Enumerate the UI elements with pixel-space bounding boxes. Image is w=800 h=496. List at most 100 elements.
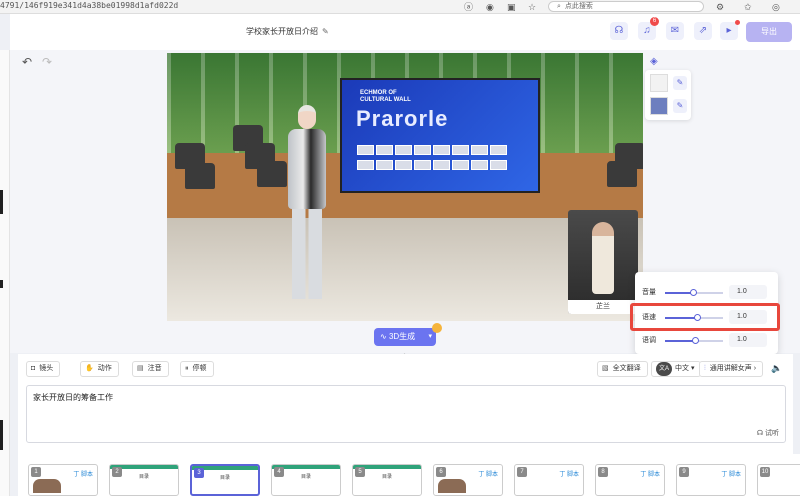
volume-label: 音量 <box>642 289 656 296</box>
speaker-icon[interactable]: 🔈 <box>771 363 782 374</box>
pitch-value[interactable]: 1.0 <box>729 333 767 347</box>
screen-subtitle: ECHMOR OF CULTURAL WALL <box>360 90 411 103</box>
settings-icon[interactable]: ⚙ <box>716 1 724 13</box>
slide-thumbnail[interactable]: 目录 5 <box>352 464 422 496</box>
presenter-preview-card[interactable]: 芷兰 <box>568 210 638 314</box>
left-edge-panel <box>0 50 10 496</box>
volume-value[interactable]: 1.0 <box>729 285 767 299</box>
export-button[interactable]: 导出 <box>746 22 792 42</box>
avatar-body <box>288 129 326 209</box>
address-bar[interactable]: 4791/146f919e341d4a38be01998d1afd022d <box>0 1 178 10</box>
share-icon: ⇗ <box>698 25 708 36</box>
slide-number: 8 <box>598 467 608 477</box>
language-select[interactable]: 文A 中文 ▾ <box>651 361 702 377</box>
slide-number: 1 <box>31 467 41 477</box>
layers-panel: ✎ ✎ <box>645 70 691 120</box>
pitch-slider[interactable] <box>665 337 723 344</box>
publish-dot <box>735 20 740 25</box>
camera-icon: ◘ <box>31 365 36 372</box>
digital-human-avatar[interactable] <box>282 105 332 305</box>
star-icon[interactable]: ☆ <box>528 1 536 13</box>
translate-icon[interactable]: ⓐ <box>464 1 473 13</box>
translate-button[interactable]: ▧ 全文翻译 <box>597 361 648 377</box>
slide-number: 6 <box>436 467 446 477</box>
pencil-icon: ✎ <box>676 101 684 110</box>
translate-doc-icon: ▧ <box>602 365 609 372</box>
slide-thumbnail[interactable]: 丁 脚本 7 <box>514 464 584 496</box>
redo-icon[interactable]: ↷ <box>42 55 52 69</box>
slide-thumbnail[interactable]: 丁 脚本 1 <box>28 464 98 496</box>
upload-icon: ▸ <box>726 25 732 36</box>
pencil-icon: ✎ <box>676 78 684 87</box>
slide-caption: 丁 脚本 <box>478 472 498 478</box>
presenter-figure <box>592 222 614 294</box>
profile-icon[interactable]: ◎ <box>772 1 780 13</box>
avatar-legs <box>292 209 322 299</box>
notification-badge: 6 <box>650 17 659 26</box>
slides-strip: 丁 脚本1目录2目录3目录4目录5丁 脚本6丁 脚本7丁 脚本8丁 脚本9丁 脚… <box>18 454 800 496</box>
volume-slider-handle[interactable] <box>689 289 697 296</box>
slide-photo <box>438 479 466 493</box>
audition-button[interactable]: ☊ 试听 <box>757 428 779 438</box>
bell-icon: ♫ <box>643 25 651 36</box>
auditorium-seat <box>185 163 215 189</box>
mail-icon: ✉ <box>670 25 680 36</box>
layers-icon[interactable]: ◈ <box>650 56 658 67</box>
screen-thumbnails <box>356 144 526 174</box>
edit-title-icon[interactable]: ✎ <box>322 27 329 36</box>
notification-button[interactable]: ♫ 6 <box>638 17 659 40</box>
slide-caption: 丁 脚本 <box>559 472 579 478</box>
3d-generate-button[interactable]: ∿ 3D生成 ▾ <box>374 328 436 346</box>
slide-thumbnail[interactable]: 目录 4 <box>271 464 341 496</box>
waveform-icon: ⫶ <box>704 365 706 372</box>
layer-thumb-background[interactable] <box>650 97 668 115</box>
volume-slider[interactable] <box>665 289 723 296</box>
wave-icon: ∿ <box>380 332 389 341</box>
extension-icon[interactable]: ◉ <box>486 1 494 13</box>
presenter-name: 芷兰 <box>568 300 638 314</box>
publish-button[interactable]: ▸ <box>720 20 740 40</box>
slide-thumbnail[interactable]: 目录 3 <box>190 464 260 496</box>
voice-select[interactable]: ⫶ 通用讲解女声 › <box>699 361 764 377</box>
slide-number: 9 <box>679 467 689 477</box>
slide-thumbnail[interactable]: 丁 脚本 8 <box>595 464 665 496</box>
pause-icon: ⏸ <box>185 365 189 372</box>
pitch-slider-handle[interactable] <box>692 337 700 344</box>
edit-layer-button[interactable]: ✎ <box>673 76 687 90</box>
left-edge-marker <box>0 190 3 214</box>
phonetic-button[interactable]: ▤ 注音 <box>132 361 169 377</box>
message-button[interactable]: ✉ <box>666 22 684 40</box>
hand-icon: ✋ <box>85 365 94 372</box>
favorites-icon[interactable]: ✩ <box>744 1 752 13</box>
action-button[interactable]: ✋ 动作 <box>80 361 119 377</box>
speed-highlight-box <box>630 303 780 331</box>
share-button[interactable]: ⇗ <box>694 22 712 40</box>
slide-caption: 丁 脚本 <box>640 472 660 478</box>
chevron-down-icon[interactable]: ▾ <box>428 328 432 346</box>
camera-button[interactable]: ◘ 镜头 <box>26 361 61 377</box>
slide-number: 10 <box>760 467 770 477</box>
document-title[interactable]: 学校家长开放日介绍 ✎ <box>246 26 329 37</box>
display-screen: ECHMOR OF CULTURAL WALL Prarorle <box>340 78 540 193</box>
auditorium-seat <box>607 161 637 187</box>
slide-thumbnail[interactable]: 丁 脚本 9 <box>676 464 746 496</box>
pause-button[interactable]: ⏸ 停顿 <box>180 361 214 377</box>
layer-thumb-avatar[interactable] <box>650 74 668 92</box>
undo-icon[interactable]: ↶ <box>22 55 32 69</box>
reader-icon[interactable]: ▣ <box>507 1 516 13</box>
support-button[interactable]: ☊ <box>610 22 628 40</box>
script-textarea[interactable]: 家长开放日的筹备工作 ☊ 试听 <box>26 385 786 443</box>
pitch-label: 语调 <box>642 337 656 344</box>
slide-number: 3 <box>194 468 204 478</box>
avatar-head <box>298 105 316 129</box>
generate-badge <box>432 323 442 333</box>
slide-caption: 丁 脚本 <box>73 472 93 478</box>
slide-thumbnail[interactable]: 目录 2 <box>109 464 179 496</box>
language-badge: 文A <box>656 362 673 376</box>
slide-thumbnail[interactable]: 丁 脚本10 <box>757 464 800 496</box>
slide-number: 2 <box>112 467 122 477</box>
browser-search-input[interactable]: ⌕ 点此搜索 <box>548 1 704 12</box>
slide-thumbnail[interactable]: 丁 脚本 6 <box>433 464 503 496</box>
edit-layer-button[interactable]: ✎ <box>673 99 687 113</box>
script-text[interactable]: 家长开放日的筹备工作 <box>33 392 113 403</box>
